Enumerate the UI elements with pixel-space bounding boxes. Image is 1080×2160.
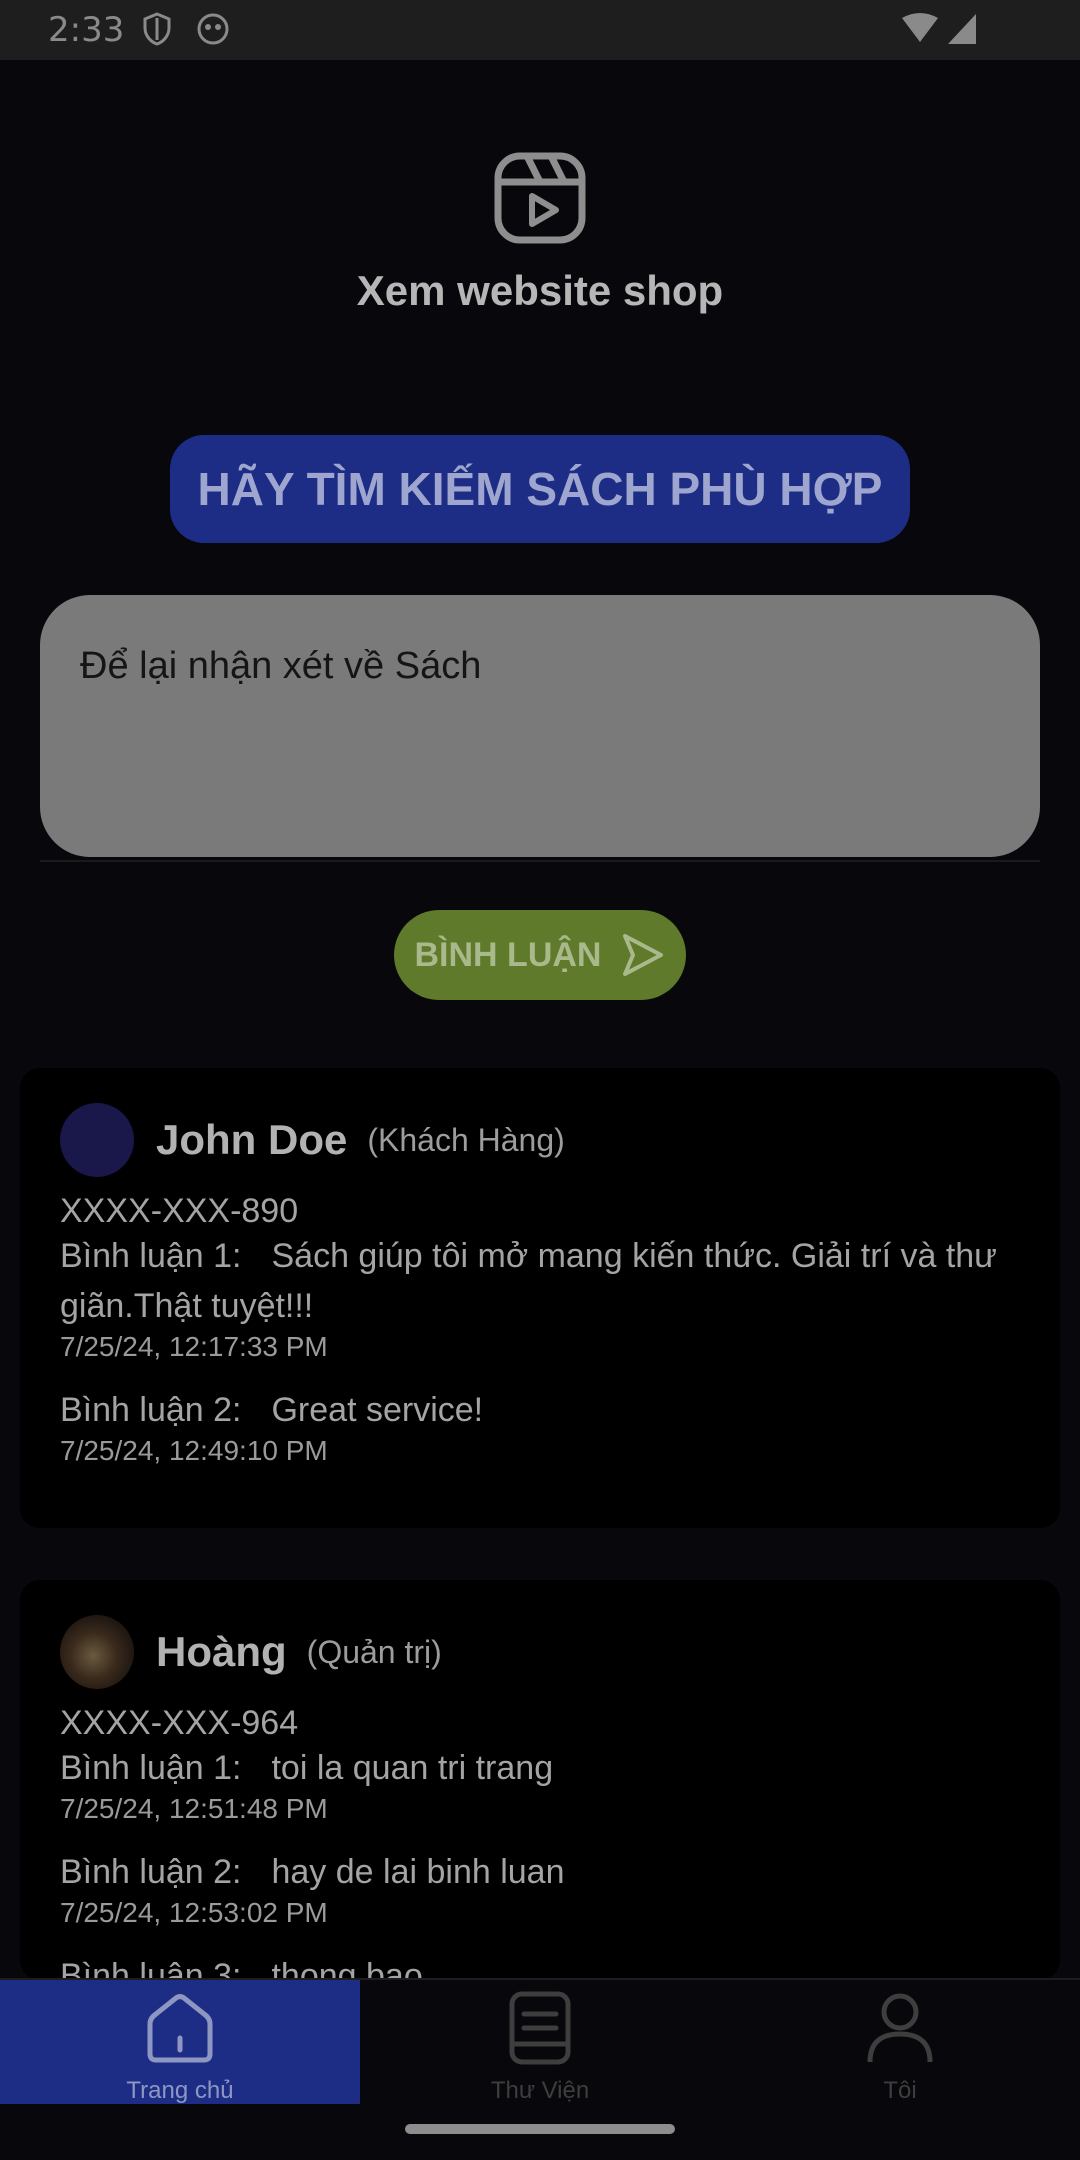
notification-face-icon (196, 12, 230, 51)
comment-text: hay de lai binh luan (271, 1853, 565, 1891)
cell-signal-icon (948, 14, 976, 44)
nav-home[interactable]: Trang chủ (0, 1980, 360, 2104)
comment-label: Bình luận 2: (60, 1853, 242, 1891)
comment-card: Hoàng (Quản trị) XXXX-XXX-964 Bình luận … (20, 1580, 1060, 1995)
comment-time: 7/25/24, 12:17:33 PM (60, 1331, 328, 1362)
nav-profile-label: Tôi (883, 2077, 917, 2104)
comment-entry: Bình luận 2: Great service! (60, 1385, 1020, 1435)
user-name: Hoàng (156, 1628, 287, 1675)
nav-library-label: Thư Viện (490, 2077, 590, 2104)
input-underline (40, 860, 1040, 862)
home-indicator[interactable] (405, 2124, 675, 2134)
send-icon (623, 934, 664, 976)
shield-icon (142, 12, 172, 51)
comment-time: 7/25/24, 12:49:10 PM (60, 1435, 328, 1466)
page-header: Xem website shop (0, 150, 1080, 315)
submit-label: BÌNH LUẬN (414, 935, 602, 974)
comment-time: 7/25/24, 12:53:02 PM (60, 1897, 328, 1928)
book-icon (509, 1991, 571, 2065)
search-books-button[interactable]: HÃY TÌM KIẾM SÁCH PHÙ HỢP (170, 435, 910, 543)
user-name: John Doe (156, 1116, 348, 1163)
comment-entry: Bình luận 1: Sách giúp tôi mở mang kiến t… (60, 1231, 1020, 1331)
nav-home-label: Trang chủ (126, 2077, 234, 2104)
status-time: 2:33 (48, 10, 125, 50)
comment-entry: Bình luận 2: hay de lai binh luan (60, 1847, 1020, 1897)
comment-label: Bình luận 1: (60, 1237, 242, 1275)
bottom-nav: Trang chủ Thư Viện Tôi (0, 1978, 1080, 2104)
page-title[interactable]: Xem website shop (0, 267, 1080, 315)
comment-label: Bình luận 2: (60, 1391, 242, 1429)
comment-text: toi la quan tri trang (271, 1749, 554, 1787)
reels-play-icon[interactable] (492, 150, 588, 246)
status-bar: 2:33 (0, 0, 1080, 60)
signal-icons (900, 12, 980, 51)
comment-card: John Doe (Khách Hàng) XXXX-XXX-890 Bình … (20, 1068, 1060, 1528)
submit-comment-button[interactable]: BÌNH LUẬN (394, 910, 686, 1000)
wifi-icon (902, 13, 938, 42)
comment-entry: Bình luận 1: toi la quan tri trang (60, 1743, 1020, 1793)
nav-library[interactable]: Thư Viện (360, 1980, 720, 2104)
user-role: (Quản trị) (306, 1633, 442, 1670)
comment-placeholder: Để lại nhận xét về Sách (80, 645, 482, 687)
comment-time: 7/25/24, 12:51:48 PM (60, 1793, 328, 1824)
comment-text: Great service! (271, 1391, 484, 1429)
user-icon (867, 1993, 933, 2063)
user-role: (Khách Hàng) (367, 1121, 565, 1158)
user-phone: XXXX-XXX-964 (60, 1704, 299, 1742)
comment-label: Bình luận 1: (60, 1749, 242, 1787)
home-icon (147, 1994, 213, 2063)
comment-input[interactable]: Để lại nhận xét về Sách (40, 595, 1040, 857)
avatar (60, 1615, 134, 1689)
nav-profile[interactable]: Tôi (720, 1980, 1080, 2104)
avatar (60, 1103, 134, 1177)
user-phone: XXXX-XXX-890 (60, 1192, 299, 1230)
